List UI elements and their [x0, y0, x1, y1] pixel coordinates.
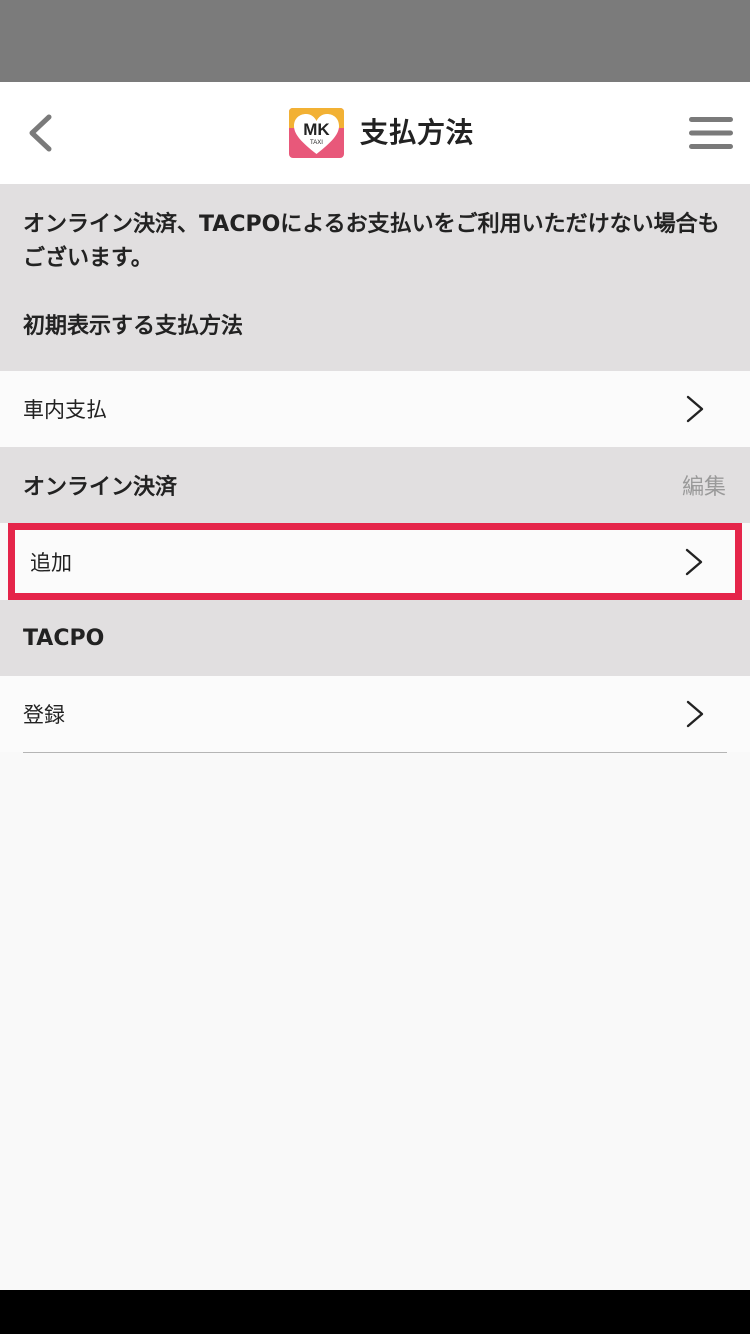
section-header-online-payment: オンライン決済 編集 — [0, 447, 750, 523]
back-button[interactable] — [18, 108, 62, 158]
bottom-bar — [0, 1290, 750, 1334]
chevron-right-icon — [683, 547, 705, 577]
default-payment-row[interactable]: 車内支払 — [0, 371, 750, 447]
section-title: オンライン決済 — [23, 475, 178, 500]
payment-method-screen: MK TAXI 支払方法 オンライン決済、TACPOによるお支払いをご利用いただ… — [0, 0, 750, 1334]
add-online-payment-row[interactable]: 追加 — [8, 523, 742, 600]
section-header-tacpo: TACPO — [0, 600, 750, 676]
nav-bar: MK TAXI 支払方法 — [0, 82, 750, 184]
menu-button[interactable] — [688, 108, 734, 158]
mk-taxi-logo: MK TAXI — [289, 108, 344, 158]
chevron-right-icon — [684, 699, 706, 729]
row-label: 登録 — [23, 703, 65, 727]
status-bar — [0, 0, 750, 82]
chevron-left-icon — [29, 114, 52, 152]
row-label: 車内支払 — [23, 398, 107, 422]
tacpo-register-row[interactable]: 登録 — [0, 676, 750, 752]
page-title: 支払方法 — [360, 116, 475, 149]
svg-text:TAXI: TAXI — [310, 140, 323, 146]
chevron-right-icon — [684, 394, 706, 424]
section-title: TACPO — [23, 625, 105, 651]
hamburger-menu-icon — [689, 117, 733, 149]
payment-notice: オンライン決済、TACPOによるお支払いをご利用いただけない場合もございます。 — [0, 184, 750, 277]
row-label: 追加 — [30, 550, 72, 575]
svg-text:MK: MK — [303, 120, 330, 139]
section-header-default-payment: 初期表示する支払方法 — [0, 277, 750, 371]
nav-title-group: MK TAXI 支払方法 — [289, 108, 474, 158]
row-divider — [23, 752, 727, 753]
edit-button[interactable]: 編集 — [682, 469, 726, 501]
section-title: 初期表示する支払方法 — [23, 314, 244, 339]
